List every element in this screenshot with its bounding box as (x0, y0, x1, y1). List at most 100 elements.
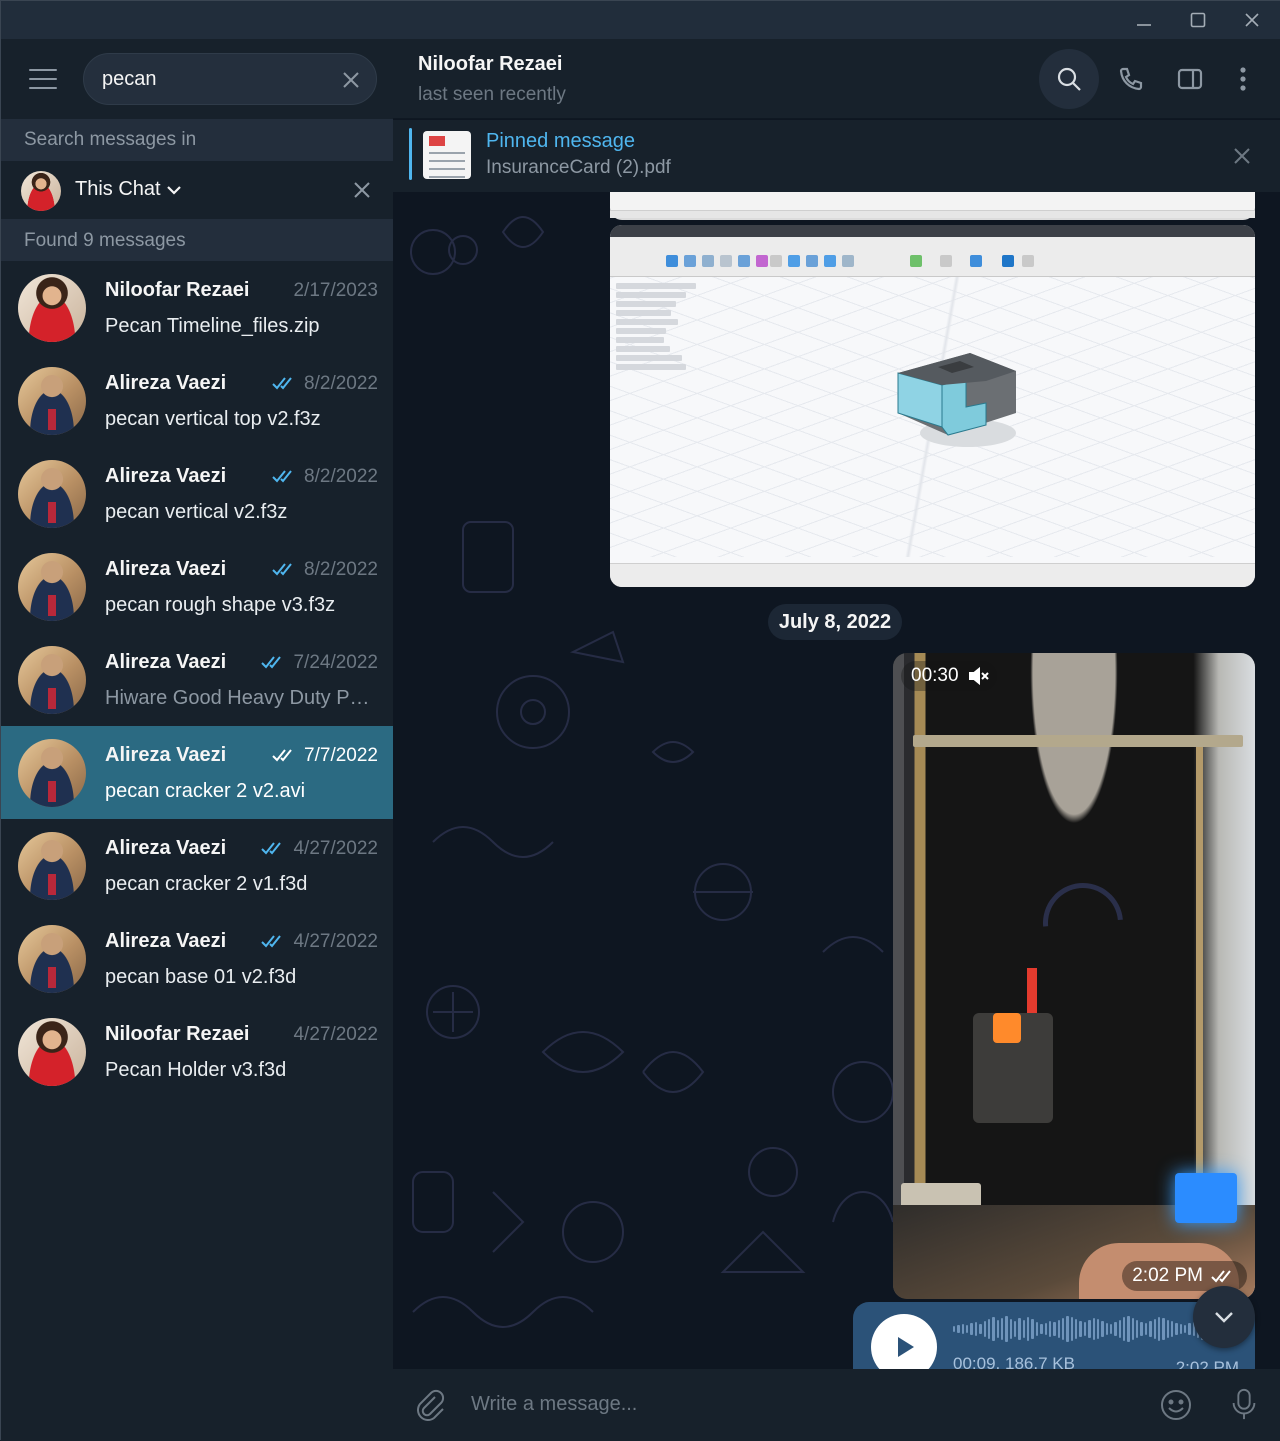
search-icon (1057, 67, 1081, 91)
avatar (18, 1018, 86, 1086)
result-date: 7/7/2022 (304, 745, 378, 766)
emoji-button[interactable] (1159, 1388, 1193, 1422)
message-time: 2:02 PM (1175, 1358, 1239, 1369)
result-sender: Alireza Vaezi (105, 372, 227, 394)
result-date: 4/27/2022 (293, 931, 378, 952)
search-result-item[interactable]: Alireza Vaezi 4/27/2022 pecan base 01 v2.f… (1, 912, 393, 1005)
pinned-file: InsuranceCard (2).pdf (486, 157, 671, 178)
result-sender: Alireza Vaezi (105, 651, 227, 673)
pinned-message[interactable]: Pinned message InsuranceCard (2).pdf (393, 120, 1280, 192)
double-check-icon (272, 468, 298, 484)
chat-panel: Niloofar Rezaei last seen recently Pinne… (393, 39, 1280, 1441)
panel-icon (1177, 68, 1203, 90)
search-result-item[interactable]: Niloofar Rezaei 2/17/2023 Pecan Timeline_f… (1, 261, 393, 354)
image-message-partial[interactable] (610, 192, 1255, 220)
result-snippet: pecan vertical top v2.f3z (105, 408, 321, 430)
result-sender: Alireza Vaezi (105, 465, 227, 487)
search-results: Niloofar Rezaei 2/17/2023 Pecan Timeline_f… (1, 261, 393, 1098)
video-message[interactable]: 00:30 2:02 PM (893, 653, 1255, 1299)
phone-icon (1119, 67, 1143, 91)
search-result-item[interactable]: Alireza Vaezi 8/2/2022 pecan vertical top … (1, 354, 393, 447)
result-snippet: pecan vertical v2.f3z (105, 501, 288, 523)
unpin-button[interactable] (1231, 145, 1253, 167)
title-bar (1, 1, 1280, 39)
search-scope[interactable]: This Chat (1, 161, 393, 219)
avatar (21, 171, 61, 211)
scope-label[interactable]: This Chat (75, 178, 161, 201)
voice-waveform[interactable] (953, 1314, 1213, 1344)
cad-model (897, 353, 1016, 447)
message-composer (393, 1369, 1280, 1441)
close-icon (1245, 13, 1259, 27)
avatar (18, 739, 86, 807)
mute-icon (968, 666, 989, 686)
result-snippet: pecan rough shape v3.f3z (105, 594, 336, 616)
video-duration: 00:30 (911, 665, 959, 686)
result-date: 7/24/2022 (293, 652, 378, 673)
sidebar-toggle-button[interactable] (1160, 49, 1220, 109)
chevron-down-icon (1215, 1312, 1233, 1323)
avatar (18, 553, 86, 621)
close-button[interactable] (1225, 1, 1279, 39)
search-button[interactable] (1039, 49, 1099, 109)
result-date: 8/2/2022 (304, 466, 378, 487)
search-result-item[interactable]: Niloofar Rezaei 4/27/2022 Pecan Holder v3.… (1, 1005, 393, 1098)
result-sender: Alireza Vaezi (105, 558, 227, 580)
result-date: 4/27/2022 (293, 1024, 378, 1045)
play-button[interactable] (871, 1314, 937, 1369)
avatar (18, 367, 86, 435)
maximize-button[interactable] (1171, 1, 1225, 39)
menu-icon[interactable] (29, 69, 57, 89)
message-list[interactable]: July 8, 2022 00:30 2:02 PM 00:09, 186.7 … (393, 192, 1280, 1369)
more-vertical-icon (1240, 67, 1246, 91)
pdf-thumbnail (423, 131, 471, 179)
result-date: 8/2/2022 (304, 373, 378, 394)
double-check-icon (272, 561, 298, 577)
close-icon (354, 182, 370, 198)
result-snippet: pecan cracker 2 v2.avi (105, 780, 306, 802)
sidebar: Search messages in This Chat Found 9 mes… (1, 39, 393, 1441)
search-in-label: Search messages in (1, 119, 393, 161)
result-sender: Alireza Vaezi (105, 744, 227, 766)
minimize-icon (1137, 24, 1151, 26)
call-button[interactable] (1101, 49, 1161, 109)
chevron-down-icon[interactable] (165, 181, 183, 199)
result-date: 2/17/2023 (293, 280, 378, 301)
message-input[interactable] (471, 1387, 1111, 1421)
voice-record-button[interactable] (1227, 1387, 1261, 1423)
result-sender: Niloofar Rezaei (105, 279, 250, 301)
chat-header: Niloofar Rezaei last seen recently (393, 39, 1280, 119)
double-check-icon (1211, 1270, 1231, 1283)
result-sender: Alireza Vaezi (105, 930, 227, 952)
pinned-bar (409, 128, 412, 180)
minimize-button[interactable] (1117, 1, 1171, 39)
result-snippet: pecan base 01 v2.f3d (105, 966, 297, 988)
scroll-to-bottom-button[interactable] (1193, 1286, 1255, 1348)
double-check-icon (272, 375, 298, 391)
double-check-icon (272, 747, 298, 763)
search-result-item[interactable]: Alireza Vaezi 4/27/2022 pecan cracker 2 v1… (1, 819, 393, 912)
result-date: 4/27/2022 (293, 838, 378, 859)
result-snippet: Hiware Good Heavy Duty Pe... (105, 687, 377, 709)
result-snippet: Pecan Holder v3.f3d (105, 1059, 287, 1081)
image-message-fusion360[interactable] (610, 225, 1255, 587)
avatar (18, 646, 86, 714)
search-input[interactable] (102, 66, 322, 92)
attach-button[interactable] (413, 1388, 447, 1422)
smile-icon (1161, 1390, 1191, 1420)
clear-search-button[interactable] (340, 69, 362, 91)
paperclip-icon (417, 1389, 445, 1421)
more-button[interactable] (1213, 49, 1273, 109)
search-result-item[interactable]: Alireza Vaezi 7/7/2022 pecan cracker 2 v2.… (1, 726, 393, 819)
double-check-icon (261, 933, 287, 949)
double-check-icon (261, 654, 287, 670)
search-result-item[interactable]: Alireza Vaezi 8/2/2022 pecan vertical v2.f… (1, 447, 393, 540)
video-duration-badge[interactable]: 00:30 (901, 661, 997, 691)
message-time: 2:02 PM (1132, 1265, 1203, 1286)
clear-scope-button[interactable] (351, 179, 373, 201)
search-result-item[interactable]: Alireza Vaezi 8/2/2022 pecan rough shape v… (1, 540, 393, 633)
result-snippet: Pecan Timeline_files.zip (105, 315, 320, 337)
pinned-title: Pinned message (486, 130, 635, 152)
search-result-item[interactable]: Alireza Vaezi 7/24/2022 Hiware Good Heavy … (1, 633, 393, 726)
peer-name[interactable]: Niloofar Rezaei (418, 53, 562, 76)
